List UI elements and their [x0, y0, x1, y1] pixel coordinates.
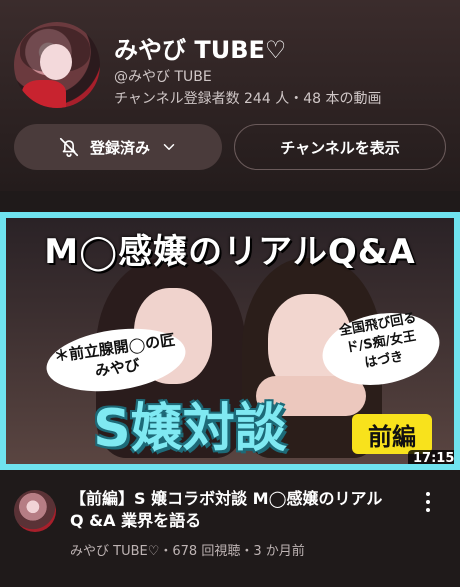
more-dot: [426, 508, 430, 512]
view-channel-label: チャンネルを表示: [280, 138, 400, 157]
more-vert-icon[interactable]: [418, 488, 438, 516]
channel-handle: @みやび TUBE: [114, 69, 212, 85]
more-dot: [426, 500, 430, 504]
video-thumbnail[interactable]: M◯感嬢のリアルQ&A ＊前立腺開◯の匠 みやび 全国飛び回る ド/S痴/女王 …: [0, 212, 460, 470]
video-title[interactable]: 【前編】S 嬢コラボ対談 M◯感嬢のリアル Q &A 業界を語る: [70, 488, 400, 532]
channel-avatar[interactable]: [14, 22, 100, 108]
chevron-down-icon: [163, 144, 175, 150]
video-channel-avatar[interactable]: [14, 490, 56, 532]
subscribed-label: 登録済み: [89, 138, 150, 157]
channel-name: みやび TUBE♡: [114, 36, 287, 64]
channel-header: みやび TUBE♡ @みやび TUBE チャンネル登録者数 244 人・48 本…: [0, 0, 460, 190]
subscribed-button[interactable]: 登録済み: [14, 124, 222, 170]
channel-stats: チャンネル登録者数 244 人・48 本の動画: [114, 91, 382, 107]
thumbnail-image: M◯感嬢のリアルQ&A ＊前立腺開◯の匠 みやび 全国飛び回る ド/S痴/女王 …: [6, 218, 454, 464]
thumbnail-badge: 前編: [352, 414, 432, 454]
view-channel-button[interactable]: チャンネルを表示: [234, 124, 446, 170]
video-duration: 17:15: [408, 450, 454, 464]
more-dot: [426, 492, 430, 496]
bell-icon: [59, 137, 79, 157]
thumbnail-title: M◯感嬢のリアルQ&A: [44, 232, 416, 272]
video-meta: みやび TUBE♡・678 回視聴・3 か月前: [70, 544, 305, 559]
avatar-face: [40, 44, 72, 80]
video-info-row[interactable]: 【前編】S 嬢コラボ対談 M◯感嬢のリアル Q &A 業界を語る みやび TUB…: [0, 470, 460, 587]
divider: [0, 190, 460, 191]
avatar-clothing: [22, 80, 66, 108]
thumbnail-big-text: S嬢対談: [93, 399, 287, 459]
